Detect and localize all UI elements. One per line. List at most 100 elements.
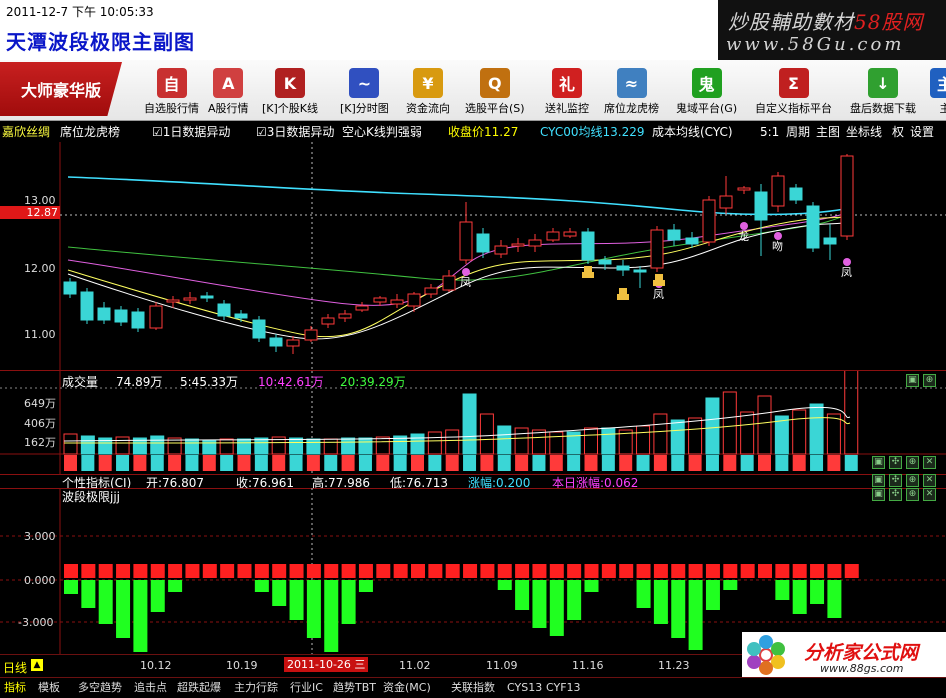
- band-positive-bar: [168, 564, 182, 578]
- vol-y-tick: 406万: [24, 415, 56, 431]
- volume-bar: [446, 430, 459, 454]
- volume-strip: [168, 455, 181, 471]
- indicator-tab[interactable]: 追击点: [134, 678, 167, 698]
- volume-bar: [81, 436, 94, 454]
- checkbox-1day[interactable]: ☑ 1日数据异动: [152, 122, 163, 142]
- band-positive-bar: [515, 564, 529, 578]
- period-dropdown-icon[interactable]: ▲: [31, 659, 43, 671]
- candle: [668, 230, 680, 240]
- seat-ranking-link[interactable]: 席位龙虎榜: [60, 122, 120, 142]
- signal-marker-icon: [774, 232, 782, 240]
- indicator-tab[interactable]: 主力行踪: [234, 678, 278, 698]
- indicator-tab[interactable]: 多空趋势: [78, 678, 122, 698]
- band-positive-bar: [793, 564, 807, 578]
- period-label[interactable]: 日线: [3, 659, 27, 676]
- toolbar-button[interactable]: 鬼鬼域平台(G): [676, 68, 737, 118]
- coord-line-button[interactable]: 坐标线: [846, 122, 882, 142]
- indicator-tab[interactable]: 关联指数: [451, 678, 495, 698]
- volume-bar: [203, 440, 216, 454]
- candle: [150, 306, 162, 328]
- kline-chart-panel[interactable]: 凤凤龙吻凤 13.00 12.00 11.00 12.87: [0, 142, 946, 370]
- volume-strip: [810, 455, 823, 471]
- candle: [617, 266, 629, 270]
- zoom-icon[interactable]: ⊕: [923, 374, 936, 387]
- toolbar-button[interactable]: K[K]个股K线: [262, 68, 318, 118]
- move-icon[interactable]: ✣: [889, 474, 902, 487]
- band-positive-bar: [81, 564, 95, 578]
- toolbar-button[interactable]: AA股行情: [208, 68, 249, 118]
- indicator-tab[interactable]: 趋势TBT: [333, 678, 376, 698]
- band-negative-bar: [151, 580, 165, 612]
- indicator-tab[interactable]: 超跌起爆: [177, 678, 221, 698]
- window-icon[interactable]: ▣: [906, 374, 919, 387]
- window-icon[interactable]: ▣: [872, 474, 885, 487]
- candle: [391, 300, 403, 304]
- signal-label: 凤: [841, 266, 852, 279]
- candle: [790, 188, 802, 200]
- zoom-icon[interactable]: ⊕: [906, 488, 919, 501]
- window-icon[interactable]: ▣: [872, 456, 885, 469]
- band-negative-bar: [567, 580, 581, 620]
- band-positive-bar: [550, 564, 564, 578]
- volume-bar: [602, 428, 615, 454]
- volume-title: 成交量: [62, 373, 98, 390]
- band-positive-bar: [428, 564, 442, 578]
- toolbar-button[interactable]: ≈席位龙虎榜: [604, 68, 659, 118]
- ghost-icon: 鬼: [692, 68, 722, 98]
- ci-panel-tools: ▣ ✣ ⊕ ✕: [872, 474, 936, 487]
- period-button[interactable]: 周期: [786, 122, 810, 142]
- toolbar-button[interactable]: Q选股平台(S): [465, 68, 525, 118]
- candle: [529, 240, 541, 246]
- band-positive-bar: [394, 564, 408, 578]
- indicator-tab[interactable]: CYS13: [507, 678, 542, 698]
- close-icon[interactable]: ✕: [923, 456, 936, 469]
- timeshare-icon: ~: [349, 68, 379, 98]
- kline-chart[interactable]: 凤凤龙吻凤: [0, 142, 946, 370]
- gift-icon: 礼: [552, 68, 582, 98]
- toolbar-button[interactable]: ¥资金流向: [406, 68, 450, 118]
- volume-bar: [793, 410, 806, 454]
- brand-main-text: 炒股輔助數材: [728, 10, 854, 34]
- rights-button[interactable]: 权: [892, 122, 904, 142]
- close-icon[interactable]: ✕: [923, 474, 936, 487]
- move-icon[interactable]: ✣: [889, 456, 902, 469]
- main-chart-button[interactable]: 主图: [816, 122, 840, 142]
- zoom-icon[interactable]: ⊕: [906, 456, 919, 469]
- indicator-tab[interactable]: 行业IC: [290, 678, 323, 698]
- candle: [720, 196, 732, 208]
- volume-strip: [238, 455, 251, 471]
- indicator-tab[interactable]: 模板: [38, 678, 60, 698]
- candle: [408, 294, 420, 306]
- stock-name[interactable]: 嘉欣丝绸: [2, 122, 50, 142]
- volume-panel[interactable]: 成交量 74.89万 5:45.33万 10:42.61万 20:39.29万 …: [0, 371, 946, 474]
- toolbar-button[interactable]: ~[K]分时图: [340, 68, 389, 118]
- window-icon[interactable]: ▣: [872, 488, 885, 501]
- volume-bar: [463, 394, 476, 454]
- toolbar-button[interactable]: 礼送礼监控: [545, 68, 589, 118]
- toolbar-button[interactable]: 主主: [930, 68, 946, 118]
- move-icon[interactable]: ✣: [889, 488, 902, 501]
- zoom-icon[interactable]: ⊕: [906, 474, 919, 487]
- band-limit-chart[interactable]: [0, 488, 946, 654]
- band-negative-bar: [706, 580, 720, 610]
- band-limit-panel[interactable]: 波段极限jjj 3.000 0.000 -3.000 ▣✣⊕✕: [0, 488, 946, 654]
- candle: [634, 270, 646, 272]
- ci-indicator-panel[interactable]: 个性指标(CI) 开:76.807 收:76.961 高:77.986 低:76…: [0, 474, 946, 488]
- toolbar-button[interactable]: ↓盘后数据下载: [850, 68, 916, 118]
- indicator-tab[interactable]: 指标: [4, 678, 26, 698]
- ratio-label[interactable]: 5:1: [760, 122, 779, 142]
- close-icon[interactable]: ✕: [923, 488, 936, 501]
- toolbar-button[interactable]: 自自选股行情: [144, 68, 199, 118]
- time-text: 10:05:33: [100, 5, 154, 19]
- indicator-tab[interactable]: CYF13: [546, 678, 581, 698]
- checkbox-3day[interactable]: ☑ 3日数据异动: [256, 122, 267, 142]
- candle: [98, 308, 110, 320]
- toolbar-button[interactable]: Σ自定义指标平台: [755, 68, 832, 118]
- volume-strip: [307, 455, 320, 471]
- band-positive-bar: [220, 564, 234, 578]
- settings-button[interactable]: 设置: [910, 122, 934, 142]
- candle: [184, 298, 196, 300]
- indicator-tab[interactable]: 资金(MC): [383, 678, 431, 698]
- volume-bar: [324, 439, 337, 454]
- band-positive-bar: [342, 564, 356, 578]
